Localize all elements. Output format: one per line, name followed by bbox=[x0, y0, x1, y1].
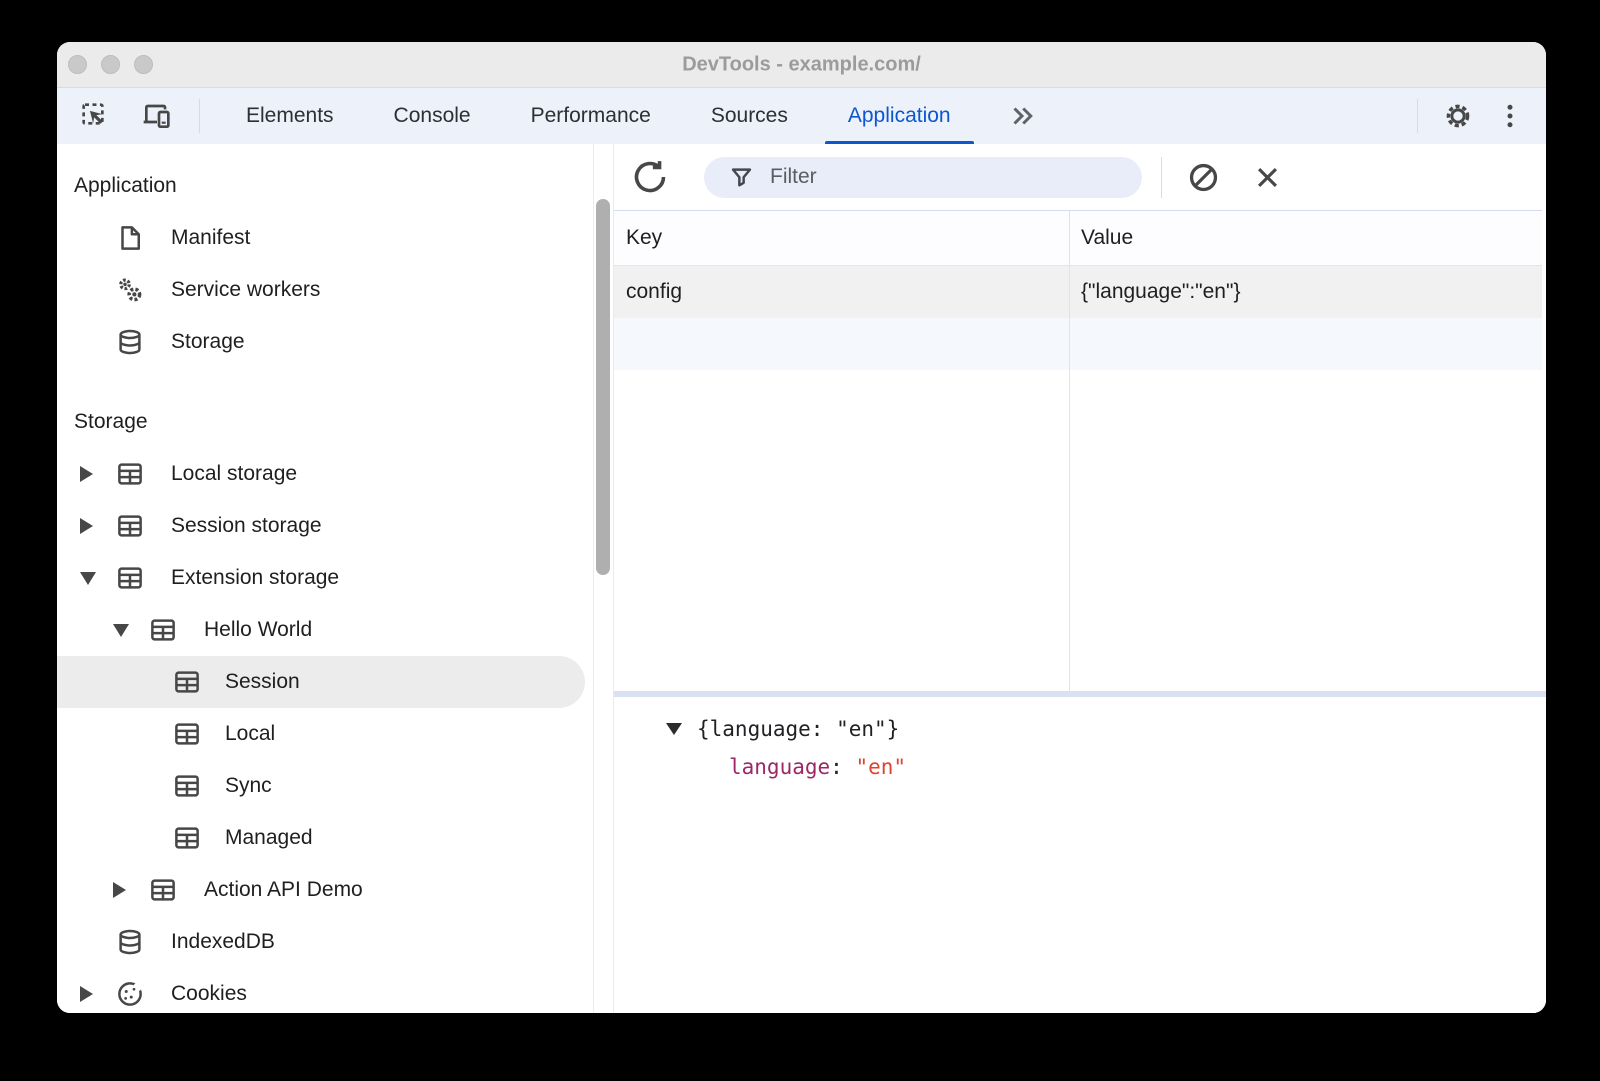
gear-icon bbox=[1442, 100, 1474, 132]
kebab-menu-icon bbox=[1495, 101, 1525, 131]
table-icon bbox=[172, 719, 202, 749]
sidebar-item-sync[interactable]: Sync bbox=[57, 760, 613, 812]
preview-property-line: language: "en" bbox=[614, 748, 1546, 786]
column-resizer[interactable] bbox=[1069, 211, 1070, 692]
refresh-button[interactable] bbox=[630, 157, 670, 197]
triangle-collapsed-icon[interactable] bbox=[80, 466, 115, 482]
property-name: language bbox=[729, 755, 831, 779]
inspect-element-button[interactable] bbox=[73, 96, 117, 136]
title-bar: DevTools - example.com/ bbox=[57, 42, 1546, 88]
sidebar-item-extension-storage[interactable]: Extension storage bbox=[57, 552, 613, 604]
value-cell[interactable]: {"language":"en"} bbox=[1069, 280, 1542, 304]
tab-elements[interactable]: Elements bbox=[216, 88, 364, 144]
sidebar-item-service-workers[interactable]: Service workers bbox=[57, 264, 613, 316]
column-header-key[interactable]: Key bbox=[614, 226, 1069, 250]
filter-input[interactable] bbox=[768, 164, 1142, 190]
panel-tabs: Elements Console Performance Sources App… bbox=[216, 88, 981, 144]
table-row-config[interactable]: config {"language":"en"} bbox=[614, 266, 1542, 318]
column-header-value[interactable]: Value bbox=[1069, 226, 1542, 250]
table-filler-row bbox=[614, 318, 1542, 370]
delete-selected-button[interactable] bbox=[1247, 157, 1287, 197]
triangle-expanded-icon[interactable] bbox=[113, 623, 148, 637]
sidebar-item-hello-world[interactable]: Hello World bbox=[57, 604, 613, 656]
close-icon bbox=[1252, 162, 1283, 193]
circle-slash-icon bbox=[1187, 161, 1220, 194]
tab-performance[interactable]: Performance bbox=[501, 88, 681, 144]
property-value: "en" bbox=[855, 755, 907, 779]
preview-object-text: {language: "en"} bbox=[697, 717, 900, 741]
section-header-application: Application bbox=[74, 174, 177, 197]
storage-toolbar bbox=[614, 144, 1546, 210]
sidebar-item-manifest[interactable]: Manifest bbox=[57, 212, 613, 264]
sidebar-item-indexeddb[interactable]: IndexedDB bbox=[57, 916, 613, 968]
tab-console[interactable]: Console bbox=[364, 88, 501, 144]
device-toolbar-button[interactable] bbox=[135, 96, 179, 136]
table-icon bbox=[148, 615, 178, 645]
devtools-tab-bar: Elements Console Performance Sources App… bbox=[57, 88, 1546, 145]
document-icon bbox=[115, 223, 145, 253]
table-icon bbox=[148, 875, 178, 905]
triangle-expanded-icon[interactable] bbox=[666, 723, 682, 735]
table-header-row: Key Value bbox=[614, 211, 1542, 266]
sidebar-item-cookies[interactable]: Cookies bbox=[57, 968, 613, 1013]
toolbar-divider bbox=[199, 99, 200, 133]
application-sidebar: Application Manifest Service workers Sto… bbox=[57, 144, 613, 1013]
tab-sources[interactable]: Sources bbox=[681, 88, 818, 144]
filter-funnel-icon bbox=[728, 164, 755, 191]
table-icon bbox=[115, 563, 145, 593]
section-header-storage: Storage bbox=[74, 410, 148, 433]
table-icon bbox=[115, 511, 145, 541]
triangle-collapsed-icon[interactable] bbox=[113, 882, 148, 898]
tab-application[interactable]: Application bbox=[818, 88, 981, 144]
main-menu-button[interactable] bbox=[1488, 96, 1532, 136]
devtools-body: Application Manifest Service workers Sto… bbox=[57, 144, 1546, 1013]
sidebar-item-action-api-demo[interactable]: Action API Demo bbox=[57, 864, 613, 916]
screenshot-stage: DevTools - example.com/ Elements Console… bbox=[0, 0, 1600, 1081]
value-preview-pane: {language: "en"} language: "en" bbox=[614, 697, 1546, 1013]
sidebar-divider bbox=[593, 144, 594, 1013]
table-icon bbox=[115, 459, 145, 489]
preview-root-line[interactable]: {language: "en"} bbox=[614, 710, 1546, 748]
sidebar-item-managed[interactable]: Managed bbox=[57, 812, 613, 864]
key-value-data-grid: Key Value config {"language":"en"} bbox=[614, 210, 1542, 692]
table-icon bbox=[172, 771, 202, 801]
triangle-collapsed-icon[interactable] bbox=[80, 518, 115, 534]
refresh-icon bbox=[632, 159, 668, 195]
clear-all-button[interactable] bbox=[1183, 157, 1223, 197]
gears-icon bbox=[115, 275, 145, 305]
triangle-expanded-icon[interactable] bbox=[80, 571, 115, 585]
sidebar-item-local[interactable]: Local bbox=[57, 708, 613, 760]
chevron-double-right-icon bbox=[1007, 101, 1037, 131]
settings-button[interactable] bbox=[1436, 96, 1480, 136]
filter-box bbox=[704, 156, 1142, 198]
database-icon bbox=[115, 327, 145, 357]
sidebar-item-session[interactable]: Session bbox=[57, 656, 585, 708]
triangle-collapsed-icon[interactable] bbox=[80, 986, 115, 1002]
storage-items-panel: Key Value config {"language":"en"} bbox=[613, 144, 1546, 1013]
more-tabs-button[interactable] bbox=[993, 88, 1051, 144]
sidebar-item-local-storage[interactable]: Local storage bbox=[57, 448, 613, 500]
sidebar-item-session-storage[interactable]: Session storage bbox=[57, 500, 613, 552]
table-icon bbox=[172, 667, 202, 697]
devtools-window: DevTools - example.com/ Elements Console… bbox=[57, 42, 1546, 1013]
sidebar-scrollbar[interactable] bbox=[596, 199, 610, 575]
toolbar-divider bbox=[1161, 156, 1162, 198]
table-icon bbox=[172, 823, 202, 853]
property-separator: : bbox=[830, 755, 856, 779]
key-cell[interactable]: config bbox=[614, 280, 1069, 304]
sidebar-item-storage[interactable]: Storage bbox=[57, 316, 613, 368]
window-title: DevTools - example.com/ bbox=[682, 53, 921, 75]
cookie-icon bbox=[115, 979, 145, 1009]
database-icon bbox=[115, 927, 145, 957]
toolbar-divider bbox=[1417, 99, 1418, 133]
